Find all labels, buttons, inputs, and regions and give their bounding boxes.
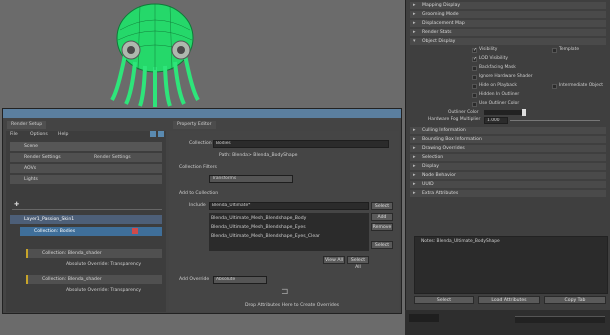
use-outliner-color-label: Use Outliner Color <box>479 101 520 106</box>
lod-visibility-label: LOD Visibility <box>479 56 508 61</box>
template-label: Template <box>559 47 580 52</box>
tab-render-setup[interactable]: Render Setup <box>7 121 47 129</box>
scene-row[interactable]: Scene <box>10 142 162 151</box>
visibility-label: Visibility <box>479 47 498 52</box>
hide-on-playback-label: Hide on Playback <box>479 83 517 88</box>
include-label: Include <box>189 203 206 208</box>
playback-controls[interactable] <box>405 310 610 335</box>
section-extra-attributes[interactable]: Extra Attributes <box>410 190 606 197</box>
add-layer-icon[interactable]: ✚ <box>14 201 19 208</box>
template-checkbox[interactable] <box>552 48 557 53</box>
section-display[interactable]: Display <box>410 163 606 170</box>
outliner-color-label: Outliner Color <box>448 110 479 115</box>
hidden-in-outliner-checkbox[interactable] <box>472 93 477 98</box>
section-node-behavior[interactable]: Node Behavior <box>410 172 606 179</box>
drop-attributes-text: Drop Attributes Here to Create Overrides <box>245 303 340 308</box>
creature-model <box>110 3 200 107</box>
render-settings-right: Render Settings <box>94 155 131 160</box>
property-editor-pane: Collection Bodies Path: Blenda> Blenda_B… <box>169 131 399 312</box>
tab-property-editor[interactable]: Property Editor <box>173 121 216 129</box>
filter-dropdown[interactable]: Transforms <box>209 175 293 183</box>
collection-shader-row-1[interactable]: Collection: Blenda_shader <box>26 249 162 258</box>
select-all-button[interactable]: Select All <box>347 256 369 270</box>
drop-target-icon: ⊐ <box>281 287 289 297</box>
intermediate-object-label: Intermediate Object <box>559 83 604 88</box>
include-field[interactable]: Blenda_Ultimate* <box>209 202 369 210</box>
hidden-in-outliner-label: Hidden In Outliner <box>479 92 520 97</box>
float-icon[interactable] <box>158 131 164 137</box>
section-render-stats[interactable]: Render Stats <box>410 29 606 36</box>
add-override-label: Add Override <box>179 277 210 282</box>
copy-tab-button[interactable]: Copy Tab <box>544 296 606 304</box>
backfacing-mask-label: Backfacing Mask <box>479 65 516 70</box>
scene-aovs[interactable]: AOVs <box>10 164 162 173</box>
visibility-checkbox[interactable] <box>472 47 477 53</box>
menu-file[interactable]: File <box>10 132 18 137</box>
add-to-collection-label: Add to Collection <box>179 191 219 196</box>
hardware-fog-label: Hardware Fog Multiplier <box>428 117 481 122</box>
section-selection[interactable]: Selection <box>410 154 606 161</box>
divider <box>12 209 162 210</box>
collection-list[interactable]: Blenda_Ultimate_Mesh_Blendshape_Body Ble… <box>209 213 369 251</box>
section-bounding-box[interactable]: Bounding Box Information <box>410 136 606 143</box>
camera-icon[interactable] <box>132 228 138 234</box>
list-item[interactable]: Blenda_Ultimate_Mesh_Blendshape_Eyes <box>211 225 306 230</box>
collection-filters-label: Collection Filters <box>179 165 217 170</box>
use-outliner-color-checkbox[interactable] <box>472 102 477 107</box>
attribute-editor: Mapping Display Grooming Mode Displaceme… <box>405 0 610 335</box>
remove-button[interactable]: Remove <box>371 223 393 231</box>
scene-lights[interactable]: Lights <box>10 175 162 184</box>
collection-name-label: Collection <box>189 141 212 146</box>
section-culling-information[interactable]: Culling Information <box>410 127 606 134</box>
section-grooming-mode[interactable]: Grooming Mode <box>410 11 606 18</box>
render-setup-window: Render Setup Property Editor File Option… <box>2 108 402 314</box>
section-mapping-display[interactable]: Mapping Display <box>410 2 606 9</box>
backfacing-mask-checkbox[interactable] <box>472 66 477 71</box>
override-row-1[interactable]: Absolute Override: Transparency <box>66 262 141 267</box>
scene-render-settings[interactable]: Render Settings <box>10 153 162 162</box>
ignore-hw-shader-checkbox[interactable] <box>472 75 477 80</box>
menu-help[interactable]: Help <box>58 132 68 137</box>
add-button[interactable]: Add <box>371 213 393 221</box>
hide-on-playback-checkbox[interactable] <box>472 84 477 89</box>
override-dropdown[interactable]: Absolute <box>213 276 267 284</box>
ignore-hw-shader-label: Ignore Hardware Shader <box>479 74 533 79</box>
playback-buttons[interactable] <box>515 316 605 323</box>
section-drawing-overrides[interactable]: Drawing Overrides <box>410 145 606 152</box>
render-layer-row[interactable]: Layer1_Passion_Skin1 <box>10 215 162 224</box>
load-attributes-button[interactable]: Load Attributes <box>478 296 540 304</box>
include-select-button[interactable]: Select <box>371 202 393 210</box>
collection-name-field[interactable]: Bodies <box>213 140 389 148</box>
notes-area[interactable]: Notes: Blenda_Ultimate_BodyShape <box>414 236 608 294</box>
section-uuid[interactable]: UUID <box>410 181 606 188</box>
select-button[interactable]: Select <box>414 296 474 304</box>
window-titlebar[interactable] <box>3 109 401 118</box>
section-displacement-map[interactable]: Displacement Map <box>410 20 606 27</box>
notes-text: Notes: Blenda_Ultimate_BodyShape <box>421 239 500 244</box>
dock-icon[interactable] <box>150 131 156 137</box>
section-object-display[interactable]: Object Display <box>410 38 606 45</box>
list-item[interactable]: Blenda_Ultimate_Mesh_Blendshape_Eyes_Cle… <box>211 234 320 239</box>
outliner-color-swatch[interactable] <box>484 110 522 115</box>
outliner-color-slider[interactable] <box>522 109 526 116</box>
view-all-button[interactable]: View All <box>323 256 345 264</box>
hardware-fog-slider[interactable] <box>510 120 600 121</box>
collection-shader-row-2[interactable]: Collection: Blenda_shader <box>26 275 162 284</box>
collection-bodies-row[interactable]: Collection: Bodies <box>20 227 162 236</box>
list-item[interactable]: Blenda_Ultimate_Mesh_Blendshape_Body <box>211 216 306 221</box>
list-select-button[interactable]: Select <box>371 241 393 249</box>
render-setup-pane: File Options Help Scene Render Settings … <box>6 131 166 312</box>
menu-options[interactable]: Options <box>30 132 48 137</box>
hardware-fog-field[interactable]: 1.000 <box>484 117 508 124</box>
path-label: Path: Blenda> Blenda_BodyShape <box>219 153 298 158</box>
lod-visibility-checkbox[interactable] <box>472 56 477 62</box>
override-row-2[interactable]: Absolute Override: Transparency <box>66 288 141 293</box>
frame-field[interactable] <box>409 314 439 322</box>
intermediate-object-checkbox[interactable] <box>552 84 557 89</box>
